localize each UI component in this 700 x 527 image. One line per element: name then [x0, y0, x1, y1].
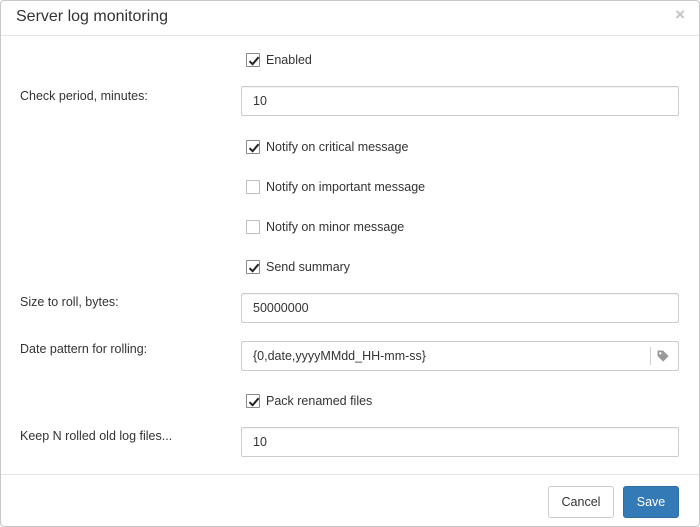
cancel-button[interactable]: Cancel: [548, 486, 614, 518]
checkmark-icon: [248, 397, 260, 407]
date-pattern-input[interactable]: [242, 342, 647, 370]
send-summary-label: Send summary: [266, 260, 351, 274]
notify-critical-row[interactable]: Notify on critical message: [246, 139, 408, 155]
checkmark-icon: [248, 263, 260, 273]
size-to-roll-input[interactable]: [241, 293, 679, 323]
size-to-roll-label: Size to roll, bytes:: [20, 295, 119, 309]
notify-critical-label: Notify on critical message: [266, 140, 409, 154]
pack-renamed-row[interactable]: Pack renamed files: [246, 393, 372, 409]
dialog-footer: Cancel Save: [1, 474, 699, 527]
enabled-checkbox-row[interactable]: Enabled: [246, 52, 312, 68]
close-icon[interactable]: ×: [675, 5, 685, 25]
notify-minor-row[interactable]: Notify on minor message: [246, 219, 404, 235]
dialog-title: Server log monitoring: [16, 8, 169, 25]
server-log-monitoring-dialog: Server log monitoring × Enabled Check pe…: [0, 0, 700, 527]
checkmark-icon: [248, 56, 260, 66]
keep-n-label: Keep N rolled old log files...: [20, 429, 173, 443]
enabled-label: Enabled: [266, 53, 312, 67]
notify-important-label: Notify on important message: [266, 180, 426, 194]
date-pattern-input-group: [241, 341, 679, 371]
dialog-header: Server log monitoring ×: [1, 1, 699, 36]
enabled-checkbox[interactable]: [246, 53, 260, 67]
save-button[interactable]: Save: [623, 486, 679, 518]
send-summary-checkbox[interactable]: [246, 260, 260, 274]
send-summary-row[interactable]: Send summary: [246, 259, 350, 275]
notify-critical-checkbox[interactable]: [246, 140, 260, 154]
pack-renamed-label: Pack renamed files: [266, 394, 373, 408]
tag-icon[interactable]: [648, 342, 678, 370]
checkmark-icon: [248, 143, 260, 153]
pack-renamed-checkbox[interactable]: [246, 394, 260, 408]
notify-minor-checkbox[interactable]: [246, 220, 260, 234]
date-pattern-label: Date pattern for rolling:: [20, 342, 148, 356]
notify-important-row[interactable]: Notify on important message: [246, 179, 425, 195]
check-period-input[interactable]: [241, 86, 679, 116]
check-period-label: Check period, minutes:: [20, 89, 148, 103]
notify-important-checkbox[interactable]: [246, 180, 260, 194]
keep-n-input[interactable]: [241, 427, 679, 457]
notify-minor-label: Notify on minor message: [266, 220, 405, 234]
